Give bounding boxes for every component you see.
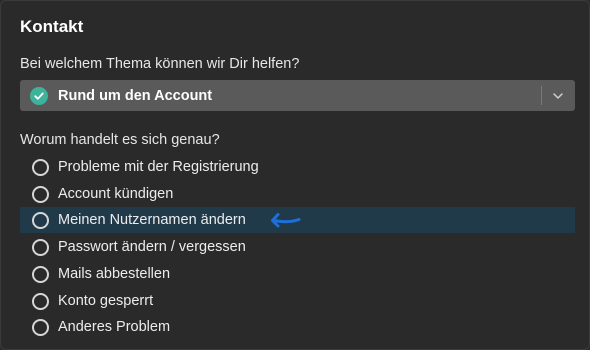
detail-question-label: Worum handelt es sich genau? [20, 132, 220, 148]
radio-button[interactable] [32, 158, 49, 176]
radio-option-passwort[interactable]: Passwort ändern / vergessen [20, 234, 575, 260]
check-circle-icon [30, 86, 48, 105]
radio-button[interactable] [32, 238, 49, 256]
radio-button[interactable] [32, 318, 49, 336]
radio-button[interactable] [32, 292, 49, 310]
radio-button[interactable] [32, 265, 49, 283]
radio-option-registrierung[interactable]: Probleme mit der Registrierung [20, 154, 575, 180]
arrow-left-icon [271, 213, 301, 228]
radio-option-account-kuendigen[interactable]: Account kündigen [20, 181, 575, 207]
select-divider [541, 86, 542, 105]
radio-option-label: Passwort ändern / vergessen [58, 239, 246, 255]
radio-option-label: Account kündigen [58, 186, 174, 202]
radio-option-mails-abbestellen[interactable]: Mails abbestellen [20, 261, 575, 287]
radio-option-label: Mails abbestellen [58, 266, 171, 282]
radio-button[interactable] [32, 211, 49, 229]
chevron-down-icon[interactable] [551, 89, 565, 103]
topic-select-value: Rund um den Account [58, 87, 213, 104]
topic-select[interactable]: Rund um den Account [20, 80, 575, 111]
contact-panel: Kontakt Bei welchem Thema können wir Dir… [0, 0, 590, 350]
radio-option-label: Anderes Problem [58, 319, 171, 335]
radio-option-nutzername-aendern[interactable]: Meinen Nutzernamen ändern [20, 207, 575, 233]
radio-option-label: Konto gesperrt [58, 293, 154, 309]
radio-option-konto-gesperrt[interactable]: Konto gesperrt [20, 288, 575, 314]
page-title: Kontakt [20, 17, 84, 36]
radio-option-label: Probleme mit der Registrierung [58, 159, 259, 175]
topic-question-label: Bei welchem Thema können wir Dir helfen? [20, 56, 300, 72]
radio-option-label: Meinen Nutzernamen ändern [58, 212, 246, 228]
radio-option-anderes-problem[interactable]: Anderes Problem [20, 314, 575, 340]
radio-button[interactable] [32, 185, 49, 203]
